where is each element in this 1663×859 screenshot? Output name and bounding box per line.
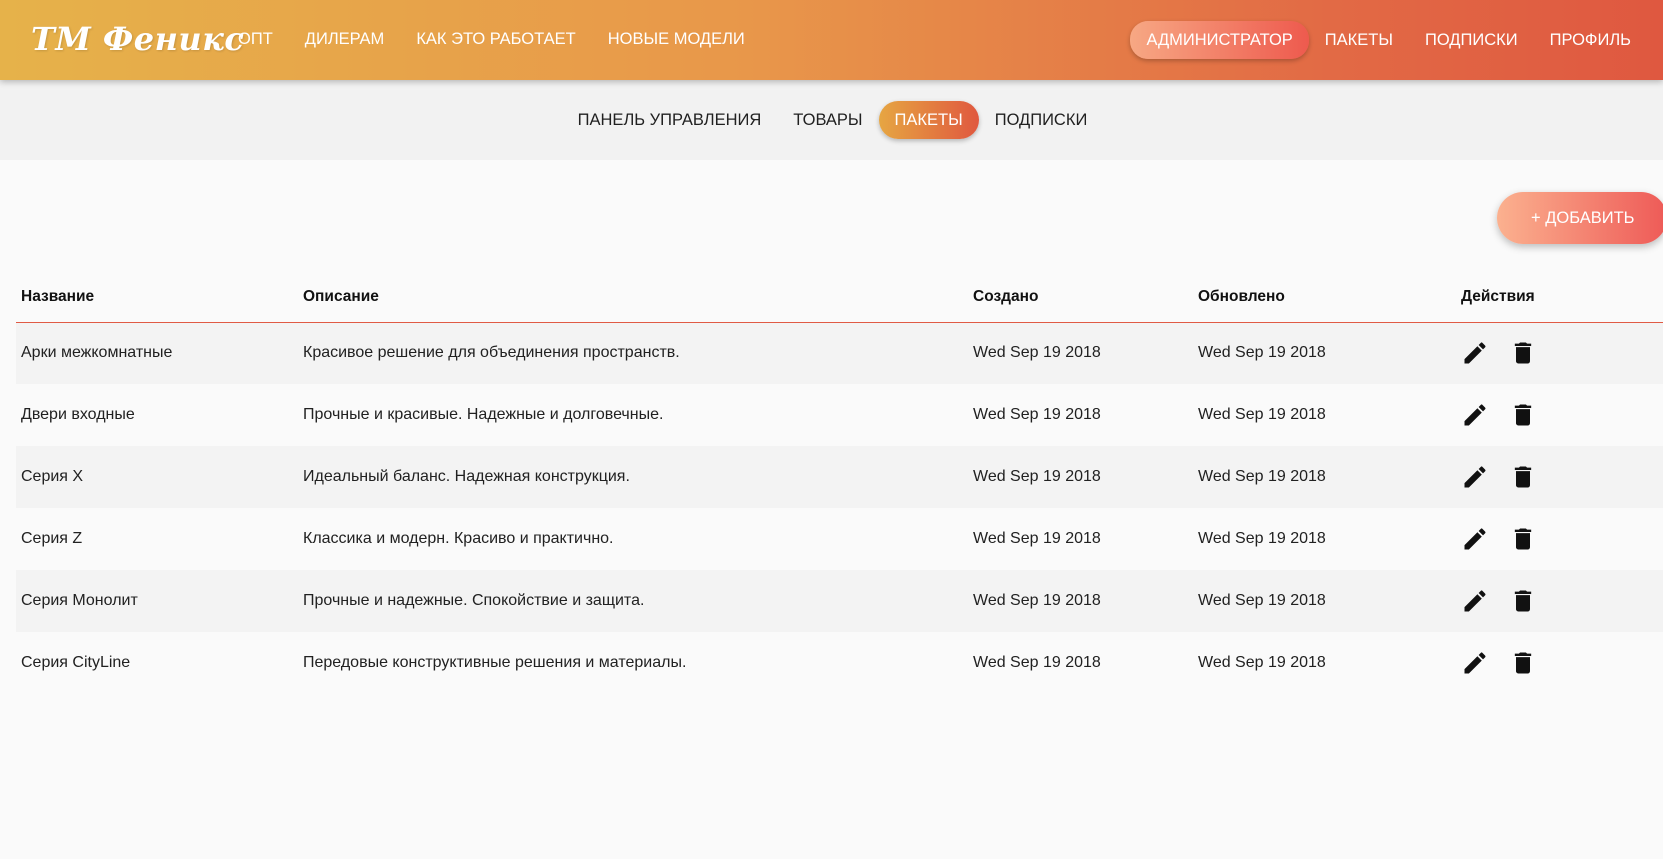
nav-link-new-models[interactable]: НОВЫЕ МОДЕЛИ <box>592 21 761 57</box>
admin-subnav: ПАНЕЛЬ УПРАВЛЕНИЯ ТОВАРЫ ПАКЕТЫ ПОДПИСКИ <box>0 80 1663 160</box>
cell-actions <box>1456 508 1663 570</box>
cell-name: Серия CityLine <box>16 632 298 694</box>
packages-table-wrapper: Название Описание Создано Обновлено Дейс… <box>16 273 1663 694</box>
cell-created: Wed Sep 19 2018 <box>968 446 1193 508</box>
tab-packages[interactable]: ПАКЕТЫ <box>878 101 979 139</box>
table-row: Арки межкомнатные Красивое решение для о… <box>16 322 1663 384</box>
trash-icon[interactable] <box>1509 401 1537 429</box>
cell-description: Передовые конструктивные решения и матер… <box>298 632 968 694</box>
cell-description: Прочные и красивые. Надежные и долговечн… <box>298 384 968 446</box>
trash-icon[interactable] <box>1509 525 1537 553</box>
column-header-description[interactable]: Описание <box>298 273 968 323</box>
tab-products[interactable]: ТОВАРЫ <box>777 101 878 139</box>
table-header-row: Название Описание Создано Обновлено Дейс… <box>16 273 1663 323</box>
column-header-actions: Действия <box>1456 273 1663 323</box>
cell-updated: Wed Sep 19 2018 <box>1193 446 1456 508</box>
row-actions <box>1461 401 1663 429</box>
nav-link-admin[interactable]: АДМИНИСТРАТОР <box>1130 21 1309 59</box>
nav-link-dealers[interactable]: ДИЛЕРАМ <box>289 21 401 57</box>
trash-icon[interactable] <box>1509 587 1537 615</box>
cell-created: Wed Sep 19 2018 <box>968 632 1193 694</box>
cell-created: Wed Sep 19 2018 <box>968 570 1193 632</box>
tab-dashboard[interactable]: ПАНЕЛЬ УПРАВЛЕНИЯ <box>562 101 778 139</box>
cell-actions <box>1456 322 1663 384</box>
brand-logo[interactable]: ТМ Феникс <box>31 20 244 58</box>
table-row: Серия CityLine Передовые конструктивные … <box>16 632 1663 694</box>
cell-created: Wed Sep 19 2018 <box>968 322 1193 384</box>
row-actions <box>1461 525 1663 553</box>
nav-link-packages[interactable]: ПАКЕТЫ <box>1309 22 1409 58</box>
packages-table: Название Описание Создано Обновлено Дейс… <box>16 273 1663 694</box>
cell-description: Прочные и надежные. Спокойствие и защита… <box>298 570 968 632</box>
table-row: Серия Z Классика и модерн. Красиво и пра… <box>16 508 1663 570</box>
add-button[interactable]: + ДОБАВИТЬ <box>1497 192 1663 244</box>
column-header-name[interactable]: Название <box>16 273 298 323</box>
cell-updated: Wed Sep 19 2018 <box>1193 384 1456 446</box>
table-row: Двери входные Прочные и красивые. Надежн… <box>16 384 1663 446</box>
pencil-icon[interactable] <box>1461 463 1489 491</box>
cell-actions <box>1456 384 1663 446</box>
trash-icon[interactable] <box>1509 339 1537 367</box>
pencil-icon[interactable] <box>1461 649 1489 677</box>
trash-icon[interactable] <box>1509 463 1537 491</box>
column-header-updated[interactable]: Обновлено <box>1193 273 1456 323</box>
table-row: Серия Монолит Прочные и надежные. Спокой… <box>16 570 1663 632</box>
nav-link-how-it-works[interactable]: КАК ЭТО РАБОТАЕТ <box>400 21 591 57</box>
top-navbar: ТМ Феникс ОПТ ДИЛЕРАМ КАК ЭТО РАБОТАЕТ Н… <box>0 0 1663 80</box>
nav-link-opt[interactable]: ОПТ <box>222 21 289 57</box>
cell-updated: Wed Sep 19 2018 <box>1193 570 1456 632</box>
row-actions <box>1461 649 1663 677</box>
trash-icon[interactable] <box>1509 649 1537 677</box>
tab-subscriptions[interactable]: ПОДПИСКИ <box>979 101 1104 139</box>
row-actions <box>1461 587 1663 615</box>
pencil-icon[interactable] <box>1461 401 1489 429</box>
column-header-created[interactable]: Создано <box>968 273 1193 323</box>
cell-description: Идеальный баланс. Надежная конструкция. <box>298 446 968 508</box>
cell-updated: Wed Sep 19 2018 <box>1193 508 1456 570</box>
cell-updated: Wed Sep 19 2018 <box>1193 322 1456 384</box>
row-actions <box>1461 463 1663 491</box>
cell-name: Арки межкомнатные <box>16 322 298 384</box>
cell-created: Wed Sep 19 2018 <box>968 508 1193 570</box>
user-nav: АДМИНИСТРАТОР ПАКЕТЫ ПОДПИСКИ ПРОФИЛЬ <box>1130 0 1647 80</box>
cell-actions <box>1456 570 1663 632</box>
pencil-icon[interactable] <box>1461 587 1489 615</box>
pencil-icon[interactable] <box>1461 339 1489 367</box>
row-actions <box>1461 339 1663 367</box>
cell-updated: Wed Sep 19 2018 <box>1193 632 1456 694</box>
cell-name: Двери входные <box>16 384 298 446</box>
nav-link-profile[interactable]: ПРОФИЛЬ <box>1534 22 1647 58</box>
table-row: Серия X Идеальный баланс. Надежная конст… <box>16 446 1663 508</box>
pencil-icon[interactable] <box>1461 525 1489 553</box>
cell-description: Красивое решение для объединения простра… <box>298 322 968 384</box>
cell-actions <box>1456 632 1663 694</box>
cell-name: Серия Монолит <box>16 570 298 632</box>
main-nav: ОПТ ДИЛЕРАМ КАК ЭТО РАБОТАЕТ НОВЫЕ МОДЕЛ… <box>222 0 761 80</box>
cell-name: Серия X <box>16 446 298 508</box>
cell-created: Wed Sep 19 2018 <box>968 384 1193 446</box>
cell-description: Классика и модерн. Красиво и практично. <box>298 508 968 570</box>
cell-name: Серия Z <box>16 508 298 570</box>
cell-actions <box>1456 446 1663 508</box>
table-body: Арки межкомнатные Красивое решение для о… <box>16 322 1663 694</box>
nav-link-subscriptions[interactable]: ПОДПИСКИ <box>1409 22 1534 58</box>
